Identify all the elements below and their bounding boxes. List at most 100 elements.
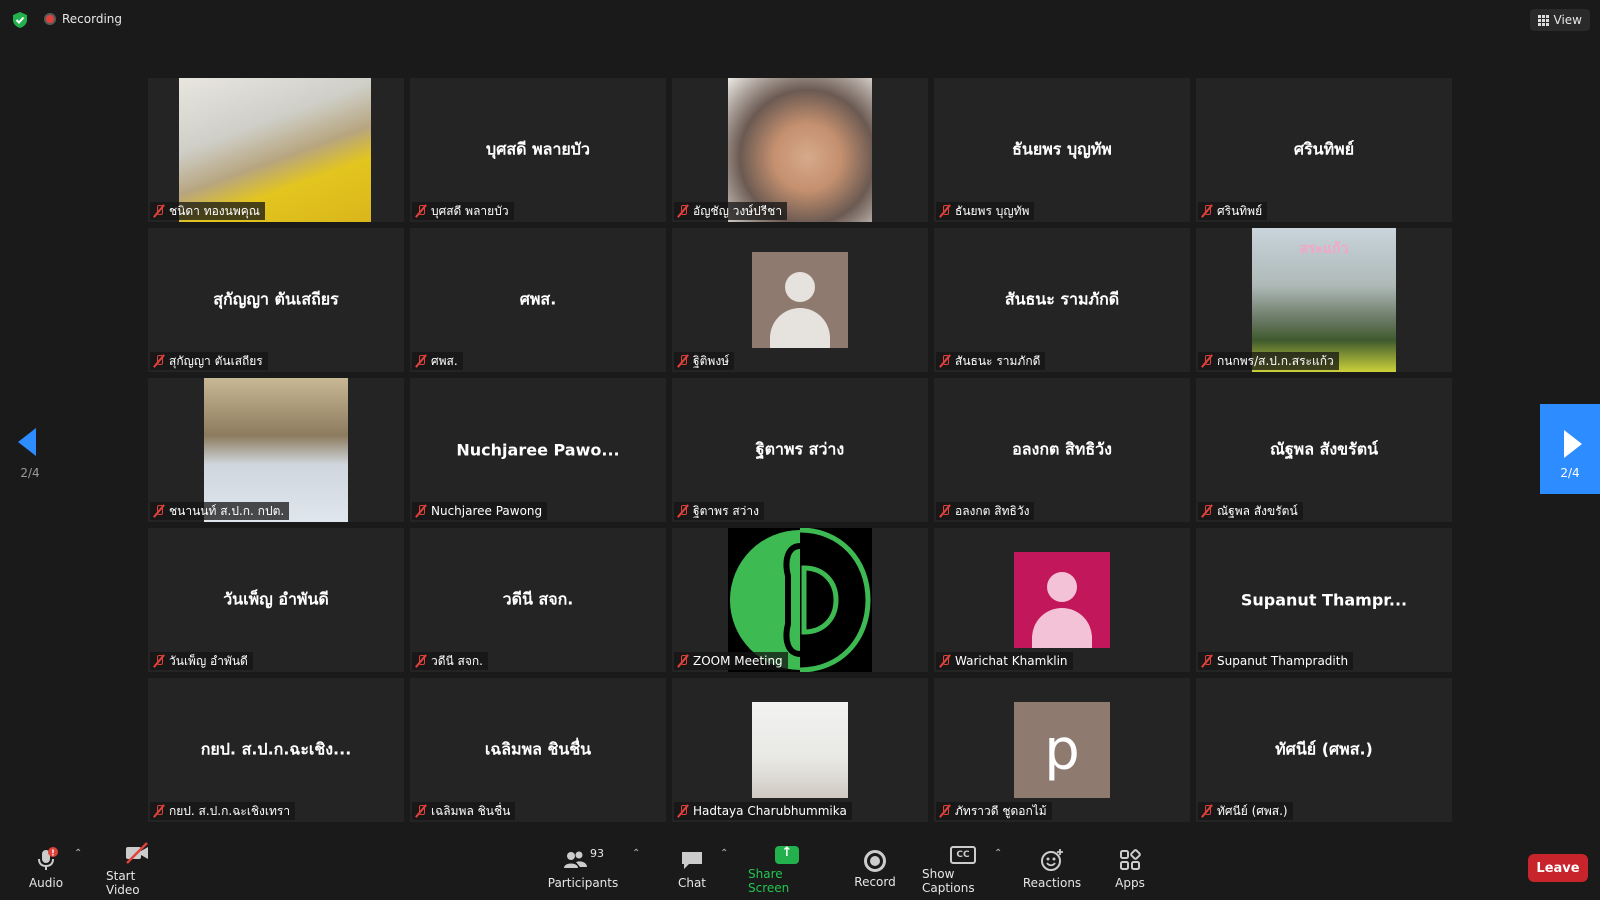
- participant-label: ศรินทิพย์: [1198, 202, 1268, 220]
- letter-avatar: p: [1014, 702, 1110, 798]
- apps-label: Apps: [1115, 875, 1145, 890]
- participant-name: ศรินทิพย์: [1217, 203, 1263, 218]
- participant-tile[interactable]: สระแก้ว กนกพร/ส.ป.ก.สระแก้ว: [1196, 228, 1452, 372]
- meeting-toolbar: ! Audio ⌃ Start Video 93 Participants ⌃: [0, 836, 1600, 900]
- participant-tile[interactable]: ZOOM Meeting: [672, 528, 928, 672]
- participant-tile[interactable]: ฐิติพงษ์: [672, 228, 928, 372]
- record-button[interactable]: Record: [852, 836, 898, 900]
- participant-tile[interactable]: ทัศนีย์ (ศพส.) ทัศนีย์ (ศพส.): [1196, 678, 1452, 822]
- participant-name: ภัทราวดี ชูดอกไม้: [955, 803, 1047, 818]
- muted-mic-icon: [939, 204, 951, 218]
- participant-label: กนกพร/ส.ป.ก.สระแก้ว: [1198, 352, 1339, 370]
- participant-tile[interactable]: เฉลิมพล ชินชื่น เฉลิมพล ชินชื่น: [410, 678, 666, 822]
- participant-label: วดีนี สจก.: [412, 652, 488, 670]
- chat-options-caret-icon[interactable]: ⌃: [720, 848, 730, 859]
- captions-options-caret-icon[interactable]: ⌃: [994, 848, 1004, 859]
- apps-icon: [1120, 848, 1141, 870]
- participant-label: ภัทราวดี ชูดอกไม้: [936, 802, 1052, 820]
- previous-page-button[interactable]: 2/4: [8, 404, 52, 492]
- participant-name: Nuchjaree Pawong: [431, 504, 543, 518]
- security-shield-icon[interactable]: [11, 11, 29, 29]
- recording-dot-icon: [44, 13, 56, 25]
- audio-button[interactable]: ! Audio: [26, 836, 66, 900]
- participant-display-name: ฐิตาพร สว่าง: [755, 439, 845, 459]
- default-avatar-icon: [1014, 552, 1110, 648]
- muted-mic-icon: [153, 504, 165, 518]
- share-screen-button[interactable]: Share Screen: [748, 836, 826, 900]
- microphone-icon: !: [38, 846, 58, 870]
- participant-tile[interactable]: p ภัทราวดี ชูดอกไม้: [934, 678, 1190, 822]
- reactions-button[interactable]: Reactions: [1022, 836, 1082, 900]
- participant-name: ธันยพร บุญทัพ: [955, 203, 1030, 218]
- chat-label: Chat: [677, 875, 707, 890]
- participant-display-name: ศพส.: [519, 289, 557, 309]
- participant-label: ณัฐพล สังขรัตน์: [1198, 502, 1303, 520]
- participant-name: วดีนี สจก.: [431, 653, 483, 668]
- participant-label: อลงกต สิทธิวัง: [936, 502, 1035, 520]
- participant-tile[interactable]: ธันยพร บุญทัพ ธันยพร บุญทัพ: [934, 78, 1190, 222]
- participant-label: ทัศนีย์ (ศพส.): [1198, 802, 1293, 820]
- participant-display-name: วันเพ็ญ อำพันดี: [223, 589, 329, 609]
- participant-label: ฐิตาพร สว่าง: [674, 502, 764, 520]
- show-captions-label: Show Captions: [922, 866, 975, 895]
- participant-display-name: ธันยพร บุญทัพ: [1012, 139, 1112, 159]
- participant-name: Hadtaya Charubhummika: [693, 804, 847, 818]
- leave-button[interactable]: Leave: [1528, 854, 1588, 882]
- participant-display-name: ทัศนีย์ (ศพส.): [1275, 739, 1373, 759]
- recording-indicator[interactable]: Recording: [44, 12, 122, 26]
- chat-button[interactable]: Chat: [672, 836, 712, 900]
- participant-label: วันเพ็ญ อำพันดี: [150, 652, 253, 670]
- participant-tile[interactable]: ศพส. ศพส.: [410, 228, 666, 372]
- participant-tile[interactable]: Supanut Thampr... Supanut Thampradith: [1196, 528, 1452, 672]
- recording-label: Recording: [62, 12, 123, 26]
- next-page-button[interactable]: 2/4: [1540, 404, 1600, 494]
- apps-button[interactable]: Apps: [1110, 836, 1150, 900]
- muted-mic-icon: [153, 204, 165, 218]
- participant-tile[interactable]: วันเพ็ญ อำพันดี วันเพ็ญ อำพันดี: [148, 528, 404, 672]
- muted-mic-icon: [677, 654, 689, 668]
- participant-tile[interactable]: ชนานนท์ ส.ป.ก. กปต.: [148, 378, 404, 522]
- participant-name: สุกัญญา ตันเสถียร: [169, 353, 263, 368]
- participant-display-name: อลงกต สิทธิวัง: [1012, 439, 1112, 459]
- muted-mic-icon: [1201, 204, 1213, 218]
- participant-tile[interactable]: กยป. ส.ป.ก.ฉะเชิง... กยป. ส.ป.ก.ฉะเชิงเท…: [148, 678, 404, 822]
- show-captions-button[interactable]: CC Show Captions: [922, 836, 1004, 900]
- participant-label: สุกัญญา ตันเสถียร: [150, 352, 268, 370]
- meeting-topbar: Recording View: [0, 0, 1600, 40]
- participant-tile[interactable]: อลงกต สิทธิวัง อลงกต สิทธิวัง: [934, 378, 1190, 522]
- participant-tile[interactable]: Hadtaya Charubhummika: [672, 678, 928, 822]
- start-video-button[interactable]: Start Video: [106, 836, 168, 900]
- participant-name: Supanut Thampradith: [1217, 654, 1349, 668]
- participant-tile[interactable]: สุกัญญา ตันเสถียร สุกัญญา ตันเสถียร: [148, 228, 404, 372]
- participant-name: ฐิติพงษ์: [693, 353, 730, 368]
- view-button[interactable]: View: [1529, 9, 1590, 31]
- participant-tile[interactable]: ชนิดา ทองนพคุณ: [148, 78, 404, 222]
- participant-tile[interactable]: บุศสดี พลายบัว บุศสดี พลายบัว: [410, 78, 666, 222]
- participant-name: Warichat Khamklin: [955, 654, 1068, 668]
- participant-tile[interactable]: Nuchjaree Pawo... Nuchjaree Pawong: [410, 378, 666, 522]
- record-icon: [864, 849, 886, 872]
- audio-options-caret-icon[interactable]: ⌃: [74, 848, 84, 859]
- reactions-label: Reactions: [1022, 875, 1082, 890]
- muted-mic-icon: [677, 804, 689, 818]
- participant-profile-photo: สระแก้ว: [1252, 228, 1396, 372]
- muted-mic-icon: [939, 504, 951, 518]
- participant-name: ZOOM Meeting: [693, 654, 783, 668]
- photo-overlay-text: สระแก้ว: [1299, 241, 1349, 257]
- participant-tile[interactable]: อัญชัญ วงษ์ปรีชา: [672, 78, 928, 222]
- muted-mic-icon: [415, 504, 427, 518]
- share-screen-label: Share Screen: [748, 866, 790, 895]
- participant-tile[interactable]: สันธนะ รามภักดี สันธนะ รามภักดี: [934, 228, 1190, 372]
- participant-tile[interactable]: วดีนี สจก. วดีนี สจก.: [410, 528, 666, 672]
- participant-tile[interactable]: ณัฐพล สังขรัตน์ ณัฐพล สังขรัตน์: [1196, 378, 1452, 522]
- participant-tile[interactable]: ฐิตาพร สว่าง ฐิตาพร สว่าง: [672, 378, 928, 522]
- participant-name: สันธนะ รามภักดี: [955, 353, 1041, 368]
- participant-tile[interactable]: Warichat Khamklin: [934, 528, 1190, 672]
- participants-button[interactable]: 93 Participants: [547, 836, 619, 900]
- participants-options-caret-icon[interactable]: ⌃: [632, 848, 642, 859]
- participant-name: วันเพ็ญ อำพันดี: [169, 653, 248, 668]
- participant-tile[interactable]: ศรินทิพย์ ศรินทิพย์: [1196, 78, 1452, 222]
- participant-label: กยป. ส.ป.ก.ฉะเชิงเทรา: [150, 802, 296, 820]
- participants-label: Participants: [547, 875, 619, 890]
- muted-mic-icon: [1201, 804, 1213, 818]
